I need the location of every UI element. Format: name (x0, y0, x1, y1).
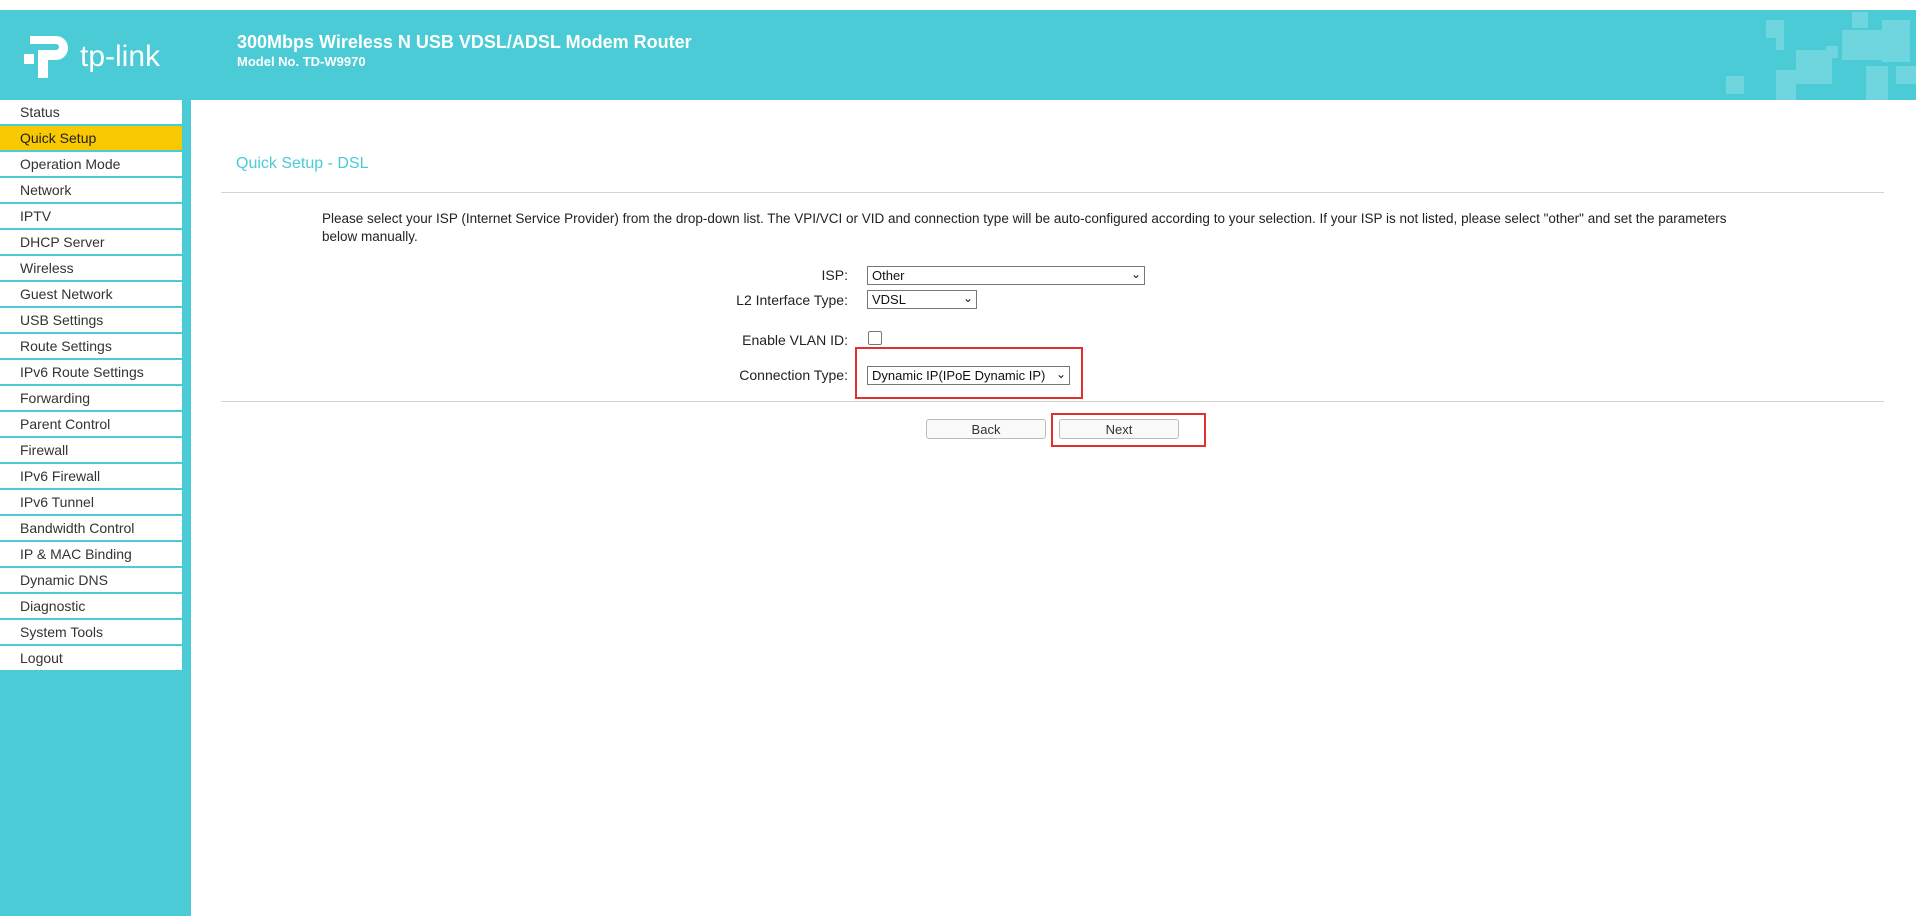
chevron-down-icon: ⌄ (1130, 267, 1141, 281)
l2-interface-label: L2 Interface Type: (736, 292, 848, 308)
sidebar-item-network[interactable]: Network (0, 178, 182, 202)
sidebar-item-dynamic-dns[interactable]: Dynamic DNS (0, 568, 182, 592)
logo-text: tp-link (80, 40, 161, 73)
vlan-id-checkbox[interactable] (868, 331, 882, 345)
sidebar-item-iptv[interactable]: IPTV (0, 204, 182, 228)
sidebar-item-quick-setup[interactable]: Quick Setup (0, 126, 182, 150)
l2-interface-select[interactable]: VDSL ⌄ (867, 290, 977, 309)
sidebar-item-operation-mode[interactable]: Operation Mode (0, 152, 182, 176)
next-button-highlight (1051, 413, 1206, 447)
sidebar-menu: Status Quick Setup Operation Mode Network IP… (0, 100, 182, 672)
vlan-id-label: Enable VLAN ID: (742, 332, 848, 348)
sidebar-item-ipv6-firewall[interactable]: IPv6 Firewall (0, 464, 182, 488)
sidebar-item-system-tools[interactable]: System Tools (0, 620, 182, 644)
header-decoration (1726, 12, 1916, 100)
sidebar-item-bandwidth-control[interactable]: Bandwidth Control (0, 516, 182, 540)
sidebar-item-ipv6-tunnel[interactable]: IPv6 Tunnel (0, 490, 182, 514)
divider-top (221, 192, 1884, 193)
sidebar-item-guest-network[interactable]: Guest Network (0, 282, 182, 306)
sidebar-item-firewall[interactable]: Firewall (0, 438, 182, 462)
sidebar-item-forwarding[interactable]: Forwarding (0, 386, 182, 410)
description-text: Please select your ISP (Internet Service… (322, 211, 1727, 244)
page-title: Quick Setup - DSL (236, 155, 369, 172)
isp-label: ISP: (821, 267, 848, 283)
main-content: Quick Setup - DSL Please select your ISP… (191, 100, 1916, 916)
model-number: Model No. TD-W9970 (237, 54, 366, 69)
chevron-down-icon: ⌄ (962, 291, 973, 305)
sidebar-item-dhcp-server[interactable]: DHCP Server (0, 230, 182, 254)
connection-type-label: Connection Type: (739, 367, 848, 383)
top-band (0, 0, 1916, 10)
sidebar: Status Quick Setup Operation Mode Network IP… (0, 100, 191, 916)
sidebar-item-status[interactable]: Status (0, 100, 182, 124)
product-title: 300Mbps Wireless N USB VDSL/ADSL Modem R… (237, 32, 692, 52)
sidebar-item-parent-control[interactable]: Parent Control (0, 412, 182, 436)
sidebar-item-wireless[interactable]: Wireless (0, 256, 182, 280)
header: tp-link 300Mbps Wireless N USB VDSL/ADSL… (0, 10, 1916, 100)
sidebar-item-usb-settings[interactable]: USB Settings (0, 308, 182, 332)
tp-link-logo-icon (22, 32, 74, 82)
sidebar-item-ip-mac-binding[interactable]: IP & MAC Binding (0, 542, 182, 566)
sidebar-item-route-settings[interactable]: Route Settings (0, 334, 182, 358)
isp-select[interactable]: Other ⌄ (867, 266, 1145, 285)
sidebar-item-ipv6-route-settings[interactable]: IPv6 Route Settings (0, 360, 182, 384)
sidebar-item-logout[interactable]: Logout (0, 646, 182, 670)
tp-link-logo: tp-link (22, 32, 160, 82)
back-button[interactable]: Back (926, 419, 1046, 439)
sidebar-item-diagnostic[interactable]: Diagnostic (0, 594, 182, 618)
connection-type-highlight (855, 347, 1083, 399)
isp-select-value: Other (872, 268, 905, 283)
divider-bottom (221, 401, 1884, 402)
l2-interface-select-value: VDSL (872, 292, 906, 307)
